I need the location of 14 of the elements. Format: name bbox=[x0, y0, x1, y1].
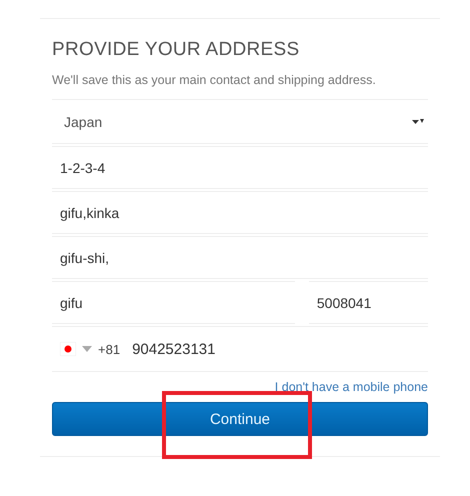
continue-button[interactable]: Continue bbox=[52, 402, 428, 436]
country-code: +81 bbox=[98, 342, 120, 356]
form-subtitle: We'll save this as your main contact and shipping address. bbox=[52, 73, 377, 87]
address-field[interactable]: 1-2-3-4 bbox=[52, 146, 428, 189]
address-field[interactable]: gifu,kinka bbox=[52, 191, 428, 234]
city-field[interactable]: gifu bbox=[52, 281, 295, 324]
form-title: PROVIDE YOUR ADDRESS bbox=[52, 39, 300, 61]
address-field[interactable]: gifu-shi, bbox=[52, 236, 428, 279]
postal-code-field[interactable]: 5008041 bbox=[308, 281, 428, 324]
no-phone-link[interactable]: I don't have a mobile phone bbox=[274, 380, 428, 394]
caret-icon bbox=[82, 346, 92, 352]
country-select[interactable]: Japan bbox=[52, 99, 428, 144]
caret-icon bbox=[412, 118, 424, 124]
flag-icon[interactable] bbox=[60, 342, 76, 356]
